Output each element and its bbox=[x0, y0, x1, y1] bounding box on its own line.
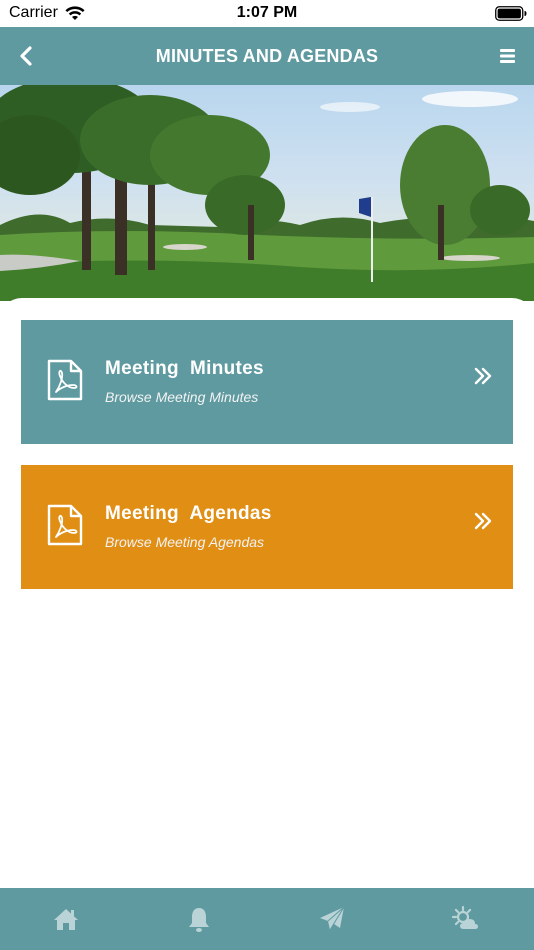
hamburger-menu-icon bbox=[500, 49, 515, 63]
hero-image-golf-course bbox=[0, 85, 534, 301]
back-button[interactable] bbox=[10, 41, 42, 71]
navigation-bar: MINUTES AND AGENDAS bbox=[0, 27, 534, 85]
home-icon bbox=[54, 909, 78, 930]
status-time: 1:07 PM bbox=[236, 4, 298, 21]
page-title: MINUTES AND AGENDAS bbox=[155, 46, 379, 66]
battery-icon bbox=[495, 6, 527, 21]
status-bar: Carrier 1:07 PM bbox=[0, 0, 534, 27]
golf-course-illustration bbox=[0, 85, 534, 301]
card-subtitle: Browse Meeting Minutes bbox=[105, 389, 259, 405]
card-title: Meeting Agendas bbox=[105, 503, 272, 524]
bell-icon bbox=[189, 908, 209, 932]
tab-send[interactable] bbox=[266, 888, 399, 950]
meeting-agendas-card[interactable]: Meeting Agendas Browse Meeting Agendas bbox=[21, 465, 513, 589]
tab-weather[interactable] bbox=[399, 888, 532, 950]
menu-button[interactable] bbox=[492, 41, 524, 71]
paper-plane-icon bbox=[320, 906, 345, 931]
pdf-document-icon bbox=[47, 359, 83, 401]
tab-home[interactable] bbox=[0, 888, 133, 950]
weather-sun-cloud-icon bbox=[451, 905, 478, 929]
card-subtitle: Browse Meeting Agendas bbox=[105, 534, 265, 550]
tab-notifications[interactable] bbox=[133, 888, 266, 950]
bottom-tab-bar bbox=[0, 888, 534, 950]
double-chevron-right-icon bbox=[474, 512, 492, 530]
card-title: Meeting Minutes bbox=[105, 358, 264, 379]
meeting-minutes-card[interactable]: Meeting Minutes Browse Meeting Minutes bbox=[21, 320, 513, 444]
pdf-document-icon bbox=[47, 504, 83, 546]
double-chevron-right-icon bbox=[474, 367, 492, 385]
chevron-left-icon bbox=[20, 46, 32, 66]
